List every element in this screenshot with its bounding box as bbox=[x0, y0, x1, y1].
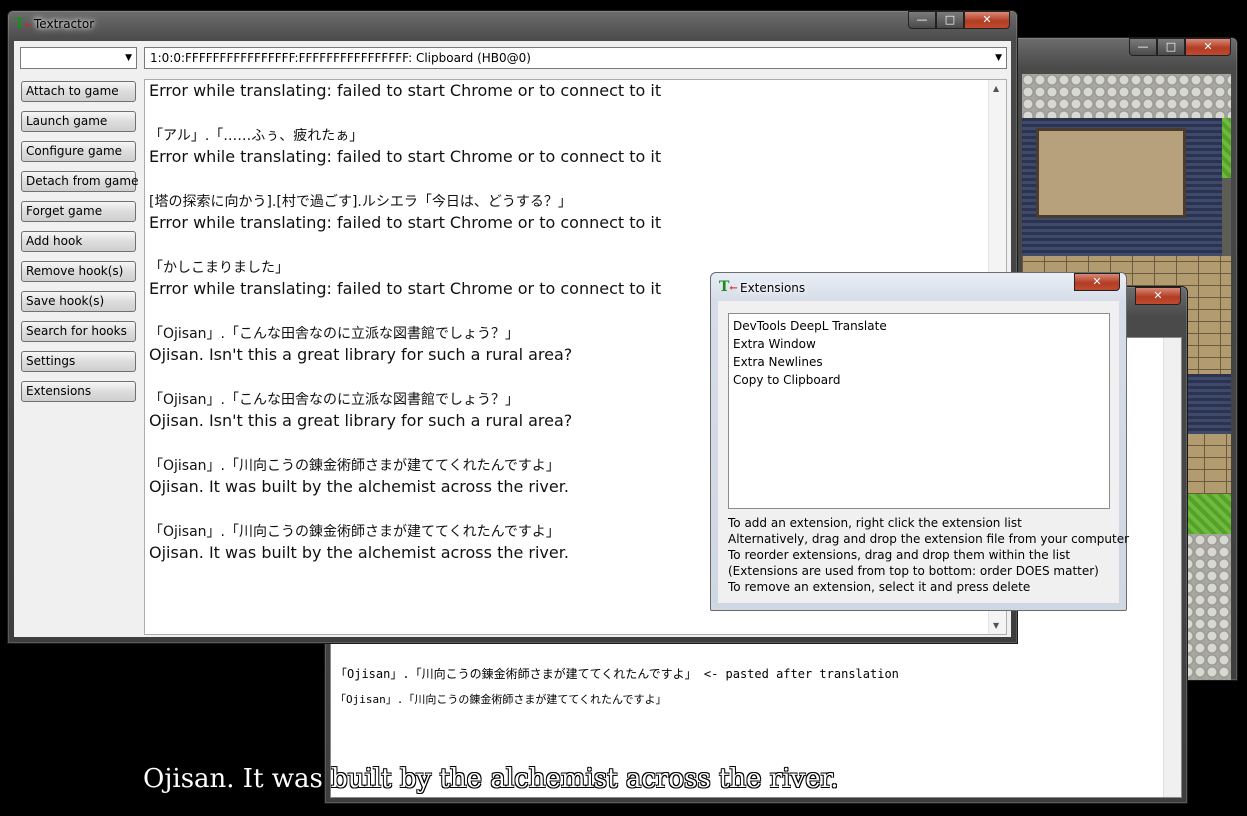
text-line: 「アル」.「……ふぅ、疲れたぁ」 bbox=[149, 128, 364, 144]
text-line: Error while translating: failed to start… bbox=[149, 279, 662, 298]
save-hooks-button[interactable]: Save hook(s) bbox=[21, 291, 136, 312]
thread-select-value: 1:0:0:FFFFFFFFFFFFFFFF:FFFFFFFFFFFFFFFF:… bbox=[150, 51, 531, 65]
text-line: Error while translating: failed to start… bbox=[149, 81, 662, 100]
text-line: 「Ojisan」.「川向こうの錬金術師さまが建ててくれたんですよ」 bbox=[149, 524, 560, 540]
search-for-hooks-button[interactable]: Search for hooks bbox=[21, 321, 136, 342]
text-line: Ojisan. It was built by the alchemist ac… bbox=[149, 543, 569, 562]
game-minimize-button[interactable]: — bbox=[1129, 38, 1157, 56]
text-line: [塔の探索に向かう].[村で過ごす].ルシエラ「今日は、どうする？」 bbox=[149, 194, 572, 210]
text-line: Error while translating: failed to start… bbox=[149, 213, 662, 232]
notepad-close-button[interactable]: ✕ bbox=[1135, 287, 1181, 305]
help-line: To remove an extension, select it and pr… bbox=[728, 580, 1031, 594]
text-line: Error while translating: failed to start… bbox=[149, 147, 662, 166]
game-maximize-button[interactable]: □ bbox=[1157, 38, 1185, 56]
textractor-icon: T← bbox=[719, 279, 738, 295]
add-hook-button[interactable]: Add hook bbox=[21, 231, 136, 252]
extensions-help-text: To add an extension, right click the ext… bbox=[728, 515, 1129, 595]
notepad-caption-buttons: ✕ bbox=[1135, 287, 1181, 305]
notepad-line: 「Ojisan」.「川向こうの錬金術師さまが建ててくれたんですよ」 <- pas… bbox=[335, 667, 899, 681]
forget-game-button[interactable]: Forget game bbox=[21, 201, 136, 222]
scroll-down-icon[interactable]: ▼ bbox=[993, 621, 999, 630]
textractor-icon: T← bbox=[14, 16, 33, 32]
extensions-client-area: DevTools DeepL Translate Extra Window Ex… bbox=[718, 301, 1129, 603]
maximize-button[interactable]: □ bbox=[936, 11, 964, 29]
chevron-down-icon: ▼ bbox=[995, 53, 1002, 63]
notepad-scrollbar[interactable] bbox=[1163, 338, 1181, 797]
window-awning bbox=[1182, 374, 1231, 434]
help-line: To add an extension, right click the ext… bbox=[728, 516, 1022, 530]
translation-subtitle: Ojisan. It was built by the alchemist ac… bbox=[143, 764, 839, 794]
extension-item[interactable]: Extra Window bbox=[733, 335, 1105, 353]
configure-game-button[interactable]: Configure game bbox=[21, 141, 136, 162]
house-window bbox=[1182, 434, 1231, 494]
extension-item[interactable]: Extra Newlines bbox=[733, 353, 1105, 371]
help-line: (Extensions are used from top to bottom:… bbox=[728, 564, 1099, 578]
thread-select[interactable]: 1:0:0:FFFFFFFFFFFFFFFF:FFFFFFFFFFFFFFFF:… bbox=[144, 47, 1007, 69]
text-line: Ojisan. Isn't this a great library for s… bbox=[149, 411, 573, 430]
text-line: Ojisan. It was built by the alchemist ac… bbox=[149, 477, 569, 496]
text-line: 「かしこまりました」 bbox=[149, 260, 289, 276]
game-close-button[interactable]: ✕ bbox=[1185, 38, 1231, 56]
cobblestone-path bbox=[1022, 74, 1231, 118]
detach-from-game-button[interactable]: Detach from game bbox=[21, 171, 138, 192]
extensions-dialog: T← Extensions ✕ DevTools DeepL Translate… bbox=[710, 272, 1129, 611]
launch-game-button[interactable]: Launch game bbox=[21, 111, 136, 132]
extensions-dialog-title: Extensions bbox=[740, 281, 806, 295]
extension-item[interactable]: DevTools DeepL Translate bbox=[733, 317, 1105, 335]
chevron-down-icon: ▼ bbox=[125, 53, 132, 63]
game-caption-buttons: — □ ✕ bbox=[1129, 38, 1231, 56]
extensions-close-button[interactable]: ✕ bbox=[1074, 273, 1120, 291]
help-line: Alternatively, drag and drop the extensi… bbox=[728, 532, 1130, 546]
help-line: To reorder extensions, drag and drop the… bbox=[728, 548, 1071, 562]
window-title: Textractor bbox=[34, 17, 95, 31]
text-line: 「Ojisan」.「こんな田舎なのに立派な図書館でしょう？」 bbox=[149, 326, 519, 342]
scroll-up-icon[interactable]: ▲ bbox=[993, 84, 999, 93]
attach-to-game-button[interactable]: Attach to game bbox=[21, 81, 136, 102]
extension-list[interactable]: DevTools DeepL Translate Extra Window Ex… bbox=[728, 313, 1110, 509]
main-caption-buttons: — □ ✕ bbox=[908, 11, 1010, 29]
notepad-line: 「Ojisan」.「川向こうの錬金術師さまが建ててくれたんですよ」 bbox=[335, 693, 667, 706]
extension-item[interactable]: Copy to Clipboard bbox=[733, 371, 1105, 389]
close-button[interactable]: ✕ bbox=[964, 11, 1010, 29]
minimize-button[interactable]: — bbox=[908, 11, 936, 29]
process-select[interactable]: ▼ bbox=[20, 47, 137, 69]
extensions-caption-buttons: ✕ bbox=[1074, 273, 1120, 291]
settings-button[interactable]: Settings bbox=[21, 351, 136, 372]
remove-hooks-button[interactable]: Remove hook(s) bbox=[21, 261, 136, 282]
roof-plaza bbox=[1036, 128, 1186, 218]
text-line: 「Ojisan」.「こんな田舎なのに立派な図書館でしょう？」 bbox=[149, 392, 519, 408]
cobblestone-path bbox=[1182, 534, 1231, 680]
text-line: 「Ojisan」.「川向こうの錬金術師さまが建ててくれたんですよ」 bbox=[149, 458, 560, 474]
text-line: Ojisan. Isn't this a great library for s… bbox=[149, 345, 573, 364]
extensions-button[interactable]: Extensions bbox=[21, 381, 136, 402]
